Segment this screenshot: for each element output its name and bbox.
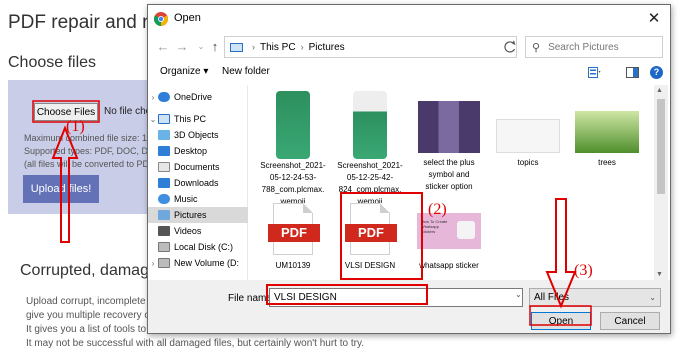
- navigation-bar: ← → ⌄ ↑ › This PC › Pictures ⚲ Search Pi…: [148, 33, 670, 61]
- chevron-right-icon: ›: [151, 258, 155, 268]
- choose-files-heading: Choose files: [8, 54, 97, 71]
- file-list-scrollbar[interactable]: ▲ ▼: [654, 85, 668, 280]
- cloud-icon: [158, 92, 170, 102]
- file-item[interactable]: select the plus symbol and sticker optio…: [409, 91, 489, 191]
- image-thumbnail: [575, 111, 639, 153]
- file-type-select[interactable]: All Files ⌄: [529, 288, 661, 307]
- dialog-titlebar: Open ✕: [148, 5, 670, 33]
- chevron-right-icon: ›: [151, 92, 155, 102]
- dialog-toolbar: Organize ▾ New folder ?: [148, 62, 670, 84]
- scroll-up-icon[interactable]: ▲: [656, 87, 663, 94]
- pdf-file-icon: PDF: [268, 203, 320, 255]
- nav-item-videos[interactable]: Videos: [148, 223, 248, 239]
- upload-files-button[interactable]: Upload files!: [23, 175, 99, 203]
- breadcrumb-this-pc[interactable]: This PC: [260, 42, 296, 53]
- chevron-down-icon: ⌄: [149, 114, 157, 124]
- address-bar[interactable]: › This PC › Pictures: [224, 36, 517, 58]
- chrome-icon: [154, 12, 168, 26]
- nav-item-3d-objects[interactable]: 3D Objects: [148, 127, 248, 143]
- nav-item-this-pc[interactable]: ⌄ This PC: [148, 111, 248, 127]
- file-list: Screenshot_2021- 05-12-24-53- 788_com.pl…: [251, 85, 651, 280]
- corrupted-heading: Corrupted, damag: [20, 262, 149, 279]
- nav-item-desktop[interactable]: Desktop: [148, 143, 248, 159]
- nav-item-documents[interactable]: Documents: [148, 159, 248, 175]
- annotation-step-3: (3): [574, 262, 593, 279]
- recent-dropdown-icon[interactable]: ⌄: [194, 38, 208, 56]
- refresh-icon[interactable]: [501, 36, 519, 58]
- file-item[interactable]: Screenshot_2021- 05-12-25-42- 824_com.pl…: [330, 91, 410, 206]
- file-item[interactable]: topics: [488, 91, 568, 191]
- file-name-input[interactable]: [269, 288, 523, 307]
- page-title: PDF repair and re: [8, 12, 160, 33]
- up-arrow-icon[interactable]: ↑: [208, 38, 222, 56]
- scroll-thumb[interactable]: [657, 99, 665, 194]
- file-item[interactable]: trees: [567, 91, 647, 191]
- cancel-button[interactable]: Cancel: [600, 312, 660, 330]
- back-arrow-icon[interactable]: ←: [156, 38, 170, 56]
- file-item[interactable]: Screenshot_2021- 05-12-24-53- 788_com.pl…: [253, 91, 333, 206]
- preview-pane-icon[interactable]: [626, 67, 639, 78]
- view-options-icon[interactable]: [588, 67, 601, 78]
- computer-icon: [158, 114, 170, 124]
- image-thumbnail: [353, 91, 387, 159]
- image-thumbnail: How To Create Whatsapp Stickers: [417, 213, 481, 249]
- video-icon: [158, 226, 170, 236]
- cube-icon: [158, 130, 170, 140]
- nav-item-music[interactable]: Music: [148, 191, 248, 207]
- chevron-down-icon: ⌄: [649, 293, 656, 302]
- nav-item-local-disk[interactable]: Local Disk (C:): [148, 239, 248, 255]
- annotation-step-2: (2): [428, 201, 447, 218]
- file-name-label: File name:: [228, 293, 275, 304]
- close-icon[interactable]: ✕: [644, 9, 664, 29]
- paragraph-line: give you multiple recovery c: [26, 310, 150, 321]
- desktop-icon: [158, 146, 170, 156]
- max-size-text: Maximum combined file size: 1: [24, 133, 148, 143]
- image-thumbnail: [496, 119, 560, 153]
- dialog-footer: File name: ⌄ All Files ⌄ Open Cancel: [148, 280, 670, 333]
- new-folder-button[interactable]: New folder: [222, 66, 270, 77]
- search-icon: ⚲: [532, 41, 541, 54]
- nav-item-new-volume[interactable]: › New Volume (D:: [148, 255, 248, 271]
- download-icon: [158, 178, 170, 188]
- nav-item-downloads[interactable]: Downloads: [148, 175, 248, 191]
- document-icon: [158, 162, 170, 172]
- organize-menu[interactable]: Organize ▾: [160, 66, 208, 77]
- search-box[interactable]: ⚲ Search Pictures: [525, 36, 663, 58]
- open-file-dialog: Open ✕ ← → ⌄ ↑ › This PC › Pictures ⚲ Se…: [147, 4, 671, 334]
- paragraph-line: It gives you a list of tools to: [26, 324, 147, 335]
- navigation-pane: › OneDrive ⌄ This PC 3D Objects Desktop …: [148, 85, 248, 280]
- music-icon: [158, 194, 170, 204]
- pc-icon: [230, 42, 243, 52]
- supported-types-text: Supported types: PDF, DOC, DO: [24, 146, 156, 156]
- nav-item-onedrive[interactable]: › OneDrive: [148, 89, 248, 105]
- annotation-step-1: (1): [66, 118, 85, 135]
- scroll-down-icon[interactable]: ▼: [656, 271, 663, 278]
- image-thumbnail: [276, 91, 310, 159]
- drive-icon: [158, 242, 170, 252]
- drive-icon: [158, 258, 170, 268]
- dialog-title: Open: [174, 12, 201, 24]
- paragraph-line: Upload corrupt, incomplete: [26, 296, 146, 307]
- breadcrumb-pictures[interactable]: Pictures: [309, 42, 345, 53]
- paragraph-line: It may not be successful with all damage…: [26, 338, 364, 349]
- nav-item-pictures[interactable]: Pictures: [148, 207, 248, 223]
- search-placeholder: Search Pictures: [548, 41, 619, 53]
- chevron-down-icon[interactable]: ⌄: [515, 290, 525, 305]
- image-thumbnail: [418, 101, 480, 153]
- conversion-note-text: (all files will be converted to PD: [24, 159, 150, 169]
- help-icon[interactable]: ?: [650, 66, 663, 79]
- pictures-icon: [158, 210, 170, 220]
- pdf-file-icon: PDF: [345, 203, 397, 255]
- forward-arrow-icon[interactable]: →: [175, 38, 189, 56]
- open-button[interactable]: Open: [531, 312, 591, 330]
